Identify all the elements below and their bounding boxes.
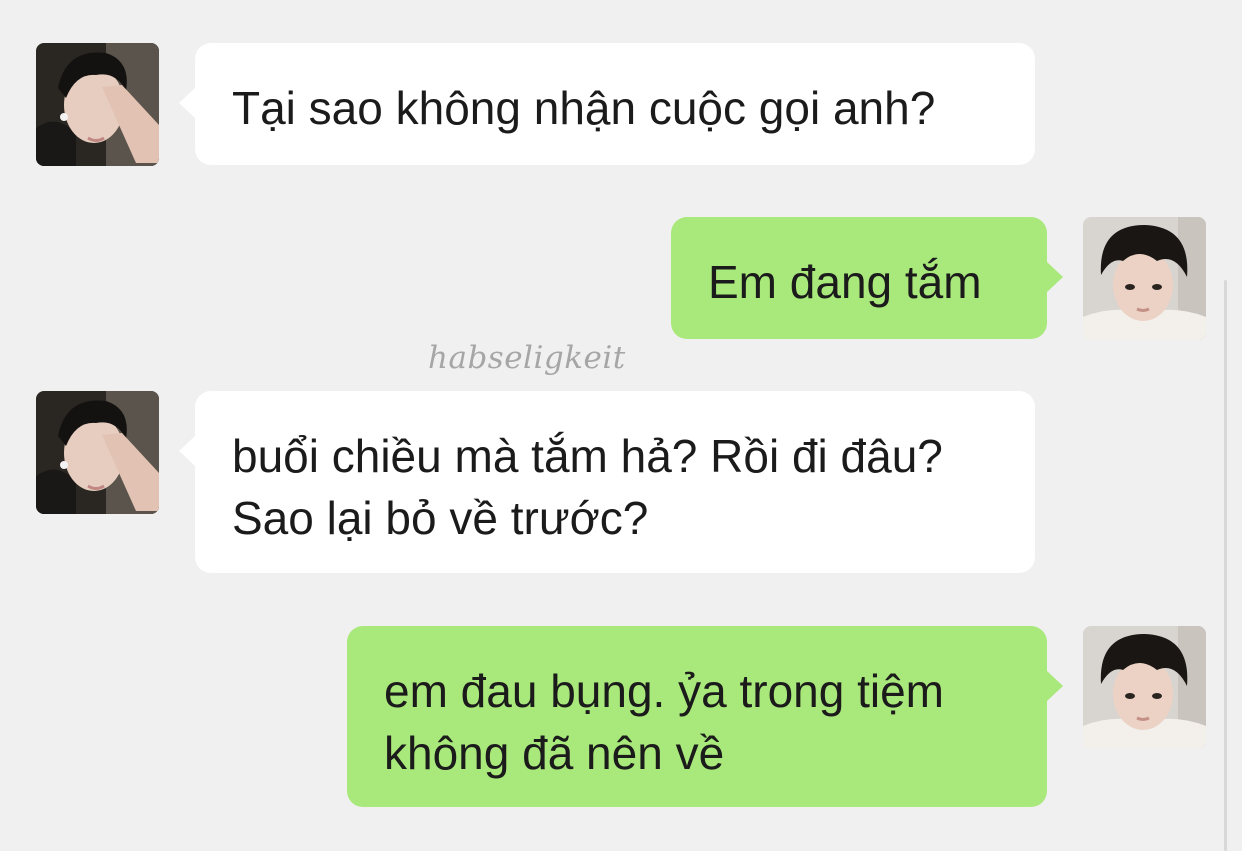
message-bubble-incoming[interactable]: buổi chiều mà tắm hả? Rồi đi đâu? Sao lạ…: [179, 391, 1035, 573]
avatar-me[interactable]: [1083, 626, 1206, 749]
avatar-other[interactable]: [36, 43, 159, 166]
avatar-me[interactable]: [1083, 217, 1206, 340]
message-bubble-incoming[interactable]: Tại sao không nhận cuộc gọi anh?: [179, 43, 1035, 165]
message-text: buổi chiều mà tắm hả? Rồi đi đâu? Sao lạ…: [232, 430, 943, 544]
avatar-photo-icon: [36, 391, 159, 514]
avatar-other[interactable]: [36, 391, 159, 514]
avatar-photo-icon: [1083, 217, 1206, 340]
watermark: habseligkeit: [428, 340, 626, 376]
avatar-photo-icon: [1083, 626, 1206, 749]
scrollbar[interactable]: [1224, 280, 1227, 851]
message-bubble-outgoing[interactable]: em đau bụng. ỷa trong tiệm không đã nên …: [347, 626, 1063, 807]
message-text: Em đang tắm: [708, 256, 982, 308]
message-bubble-outgoing[interactable]: Em đang tắm: [671, 217, 1063, 339]
message-text: Tại sao không nhận cuộc gọi anh?: [232, 82, 936, 134]
avatar-photo-icon: [36, 43, 159, 166]
message-text: em đau bụng. ỷa trong tiệm không đã nên …: [384, 665, 944, 779]
chat-view: Tại sao không nhận cuộc gọi anh? Em đang…: [0, 0, 1242, 851]
